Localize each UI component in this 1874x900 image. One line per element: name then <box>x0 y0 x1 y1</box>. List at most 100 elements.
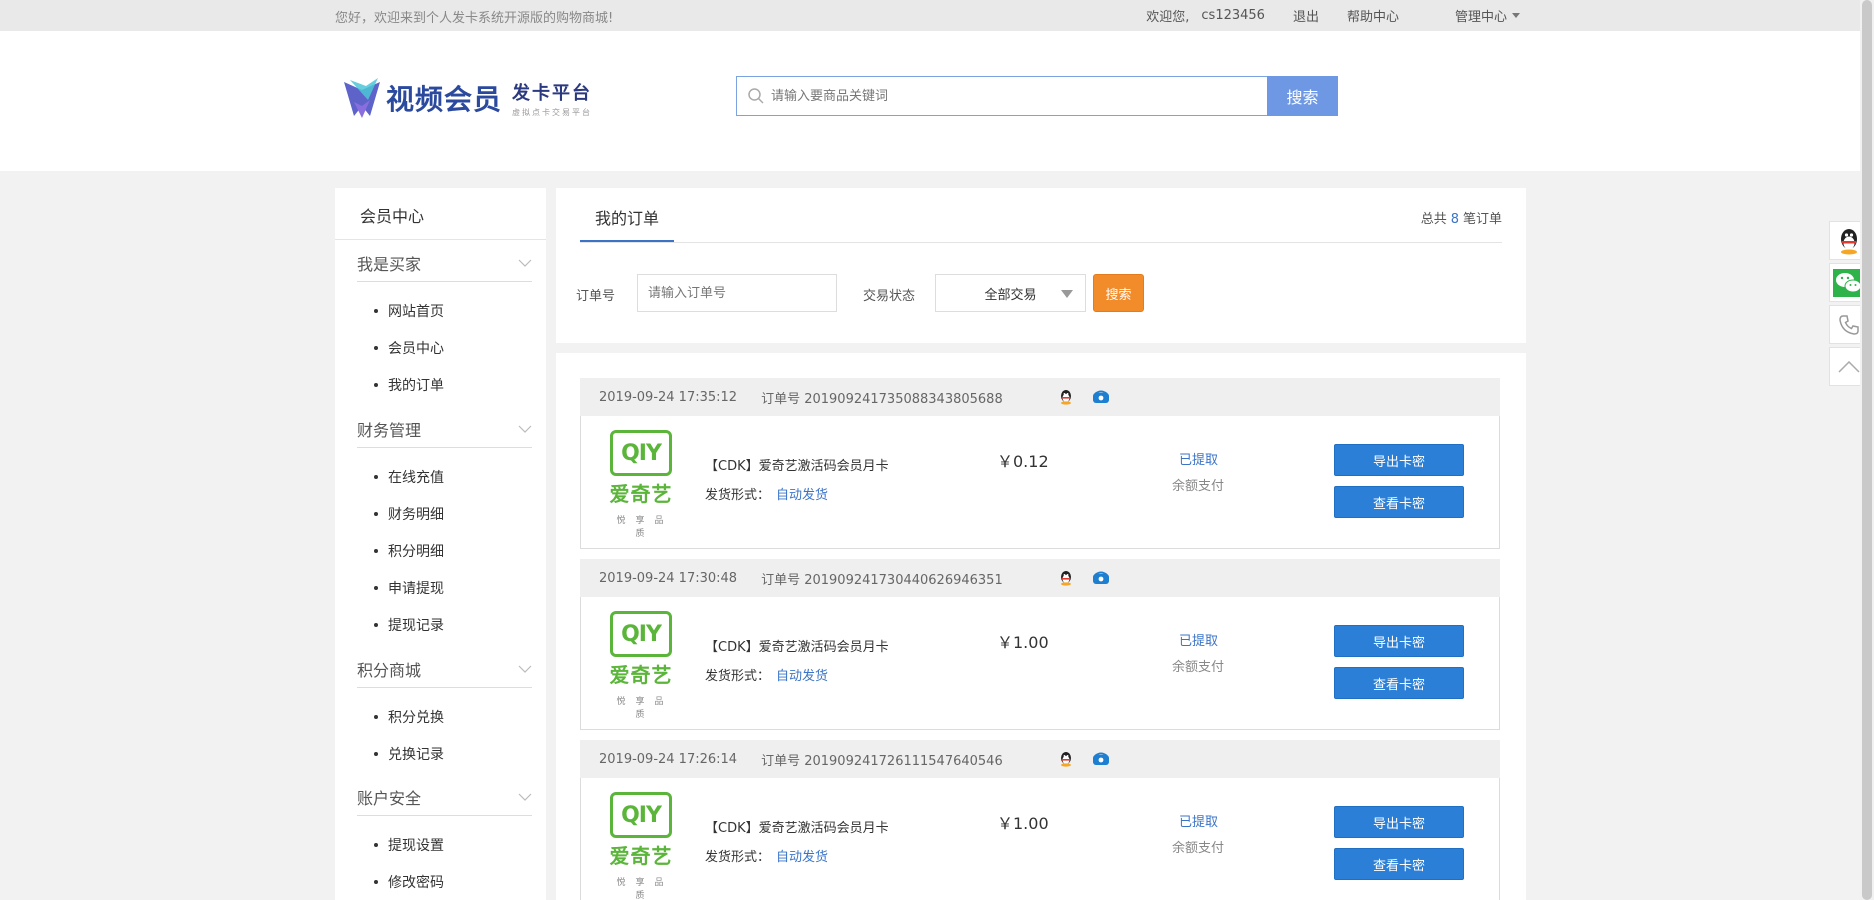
logo-text: 视频会员 <box>386 83 503 116</box>
export-card-button[interactable]: 导出卡密 <box>1334 625 1464 657</box>
tab-my-orders[interactable]: 我的订单 <box>595 205 659 229</box>
order-number-input[interactable] <box>637 274 837 312</box>
order-total: 总共 8 笔订单 <box>1420 212 1502 227</box>
phone-icon[interactable] <box>1092 752 1110 766</box>
order-header: 2019-09-24 17:30:48 订单号 2019092417304406… <box>580 559 1500 597</box>
export-card-button[interactable]: 导出卡密 <box>1334 806 1464 838</box>
order-status: 已提取 <box>1179 453 1219 468</box>
iqiyi-logo: QIY <box>610 611 672 657</box>
sidebar-group-header[interactable]: 财务管理 <box>357 410 532 448</box>
sidebar-group-label: 积分商城 <box>357 660 422 680</box>
order-time: 2019-09-24 17:30:48 <box>599 570 738 586</box>
sidebar-item-home[interactable]: 网站首页 <box>374 292 532 329</box>
sidebar-item-points-exchange[interactable]: 积分兑换 <box>374 698 532 735</box>
view-card-button[interactable]: 查看卡密 <box>1334 667 1464 699</box>
admin-center-label: 管理中心 <box>1454 10 1507 25</box>
iqiyi-brand-name: 爱奇艺 <box>609 482 673 506</box>
export-card-button[interactable]: 导出卡密 <box>1334 444 1464 476</box>
sidebar-group-buyer: 我是买家 网站首页 会员中心 我的订单 <box>357 244 532 403</box>
divider <box>580 242 1502 243</box>
logout-link[interactable]: 退出 <box>1293 6 1319 25</box>
phone-icon[interactable] <box>1092 390 1110 404</box>
dropdown-arrow-icon <box>1061 290 1073 298</box>
help-center-link[interactable]: 帮助中心 <box>1347 6 1399 25</box>
sidebar-group-header[interactable]: 账户安全 <box>357 778 532 816</box>
sidebar-item-withdraw-records[interactable]: 提现记录 <box>374 606 532 643</box>
iqiyi-slogan: 悦享品质 <box>616 878 674 900</box>
order-number-label: 订单号 <box>576 289 616 304</box>
sidebar-group-account-security: 账户安全 提现设置 修改密码 <box>357 778 532 900</box>
product-name[interactable]: 【CDK】爱奇艺激活码会员月卡 <box>705 636 889 655</box>
order-status: 已提取 <box>1179 815 1219 830</box>
search-input[interactable] <box>771 78 1267 114</box>
status-select[interactable]: 全部交易 <box>935 274 1086 312</box>
payment-method: 余额支付 <box>1172 479 1225 494</box>
sidebar-item-my-orders[interactable]: 我的订单 <box>374 366 532 403</box>
filter-search-button[interactable]: 搜索 <box>1093 274 1144 312</box>
order-card: 2019-09-24 17:26:14 订单号 2019092417261115… <box>580 740 1500 900</box>
product-name[interactable]: 【CDK】爱奇艺激活码会员月卡 <box>705 817 889 836</box>
product-name[interactable]: 【CDK】爱奇艺激活码会员月卡 <box>705 455 889 474</box>
order-body: QIY 爱奇艺 悦享品质 【CDK】爱奇艺激活码会员月卡 发货形式： 自动发货 ￥… <box>580 778 1500 900</box>
order-price: ￥1.00 <box>997 814 1049 833</box>
order-body: QIY 爱奇艺 悦享品质 【CDK】爱奇艺激活码会员月卡 发货形式： 自动发货 ￥… <box>580 416 1500 549</box>
logo-subtitle-main: 发卡平台 <box>512 82 593 104</box>
shipping-method-value: 自动发货 <box>776 850 829 865</box>
iqiyi-slogan: 悦享品质 <box>616 697 674 720</box>
order-header: 2019-09-24 17:35:12 订单号 2019092417350883… <box>580 378 1500 416</box>
order-time: 2019-09-24 17:35:12 <box>599 389 738 405</box>
chevron-up-icon <box>1838 360 1860 373</box>
shipping-method: 发货形式： 自动发货 <box>705 488 829 503</box>
search-button[interactable]: 搜索 <box>1267 76 1338 116</box>
order-count: 8 <box>1450 212 1459 227</box>
sidebar-item-withdraw-apply[interactable]: 申请提现 <box>374 569 532 606</box>
product-image[interactable]: QIY 爱奇艺 悦享品质 <box>605 430 677 539</box>
sidebar-item-member-center[interactable]: 会员中心 <box>374 329 532 366</box>
order-number: 订单号 20190924173044062694635​1 <box>761 572 1003 588</box>
order-card: 2019-09-24 17:35:12 订单号 2019092417350883… <box>580 378 1500 549</box>
phone-icon[interactable] <box>1092 571 1110 585</box>
product-image[interactable]: QIY 爱奇艺 悦享品质 <box>605 611 677 720</box>
sidebar-item-points-detail[interactable]: 积分明细 <box>374 532 532 569</box>
payment-method: 余额支付 <box>1172 841 1225 856</box>
site-logo[interactable]: 视频会员 发卡平台 虚拟点卡交易平台 <box>340 76 592 120</box>
scrollbar-thumb[interactable] <box>1862 0 1872 900</box>
sidebar-item-finance-detail[interactable]: 财务明细 <box>374 495 532 532</box>
shipping-method: 发货形式： 自动发货 <box>705 669 829 684</box>
sidebar-group-points-mall: 积分商城 积分兑换 兑换记录 <box>357 650 532 772</box>
chevron-down-icon <box>518 793 532 801</box>
order-time: 2019-09-24 17:26:14 <box>599 751 738 767</box>
sidebar-group-header[interactable]: 我是买家 <box>357 244 532 282</box>
logo-subtitle-small: 虚拟点卡交易平台 <box>512 107 593 117</box>
sidebar-item-recharge[interactable]: 在线充值 <box>374 458 532 495</box>
sidebar-group-header[interactable]: 积分商城 <box>357 650 532 688</box>
shipping-method: 发货形式： 自动发货 <box>705 850 829 865</box>
view-card-button[interactable]: 查看卡密 <box>1334 486 1464 518</box>
logo-subtitle: 发卡平台 虚拟点卡交易平台 <box>512 79 592 118</box>
order-status: 已提取 <box>1179 634 1219 649</box>
qq-icon[interactable] <box>1058 751 1074 767</box>
sidebar-item-withdraw-settings[interactable]: 提现设置 <box>374 826 532 863</box>
member-sidebar: 会员中心 我是买家 网站首页 会员中心 我的订单 财务管理 在线充值 财务明细 … <box>335 188 546 900</box>
product-image[interactable]: QIY 爱奇艺 悦享品质 <box>605 792 677 900</box>
view-card-button[interactable]: 查看卡密 <box>1334 848 1464 880</box>
order-price: ￥1.00 <box>997 633 1049 652</box>
payment-method: 余额支付 <box>1172 660 1225 675</box>
order-body: QIY 爱奇艺 悦享品质 【CDK】爱奇艺激活码会员月卡 发货形式： 自动发货 ￥… <box>580 597 1500 730</box>
order-header: 2019-09-24 17:26:14 订单号 2019092417261115… <box>580 740 1500 778</box>
admin-center-menu[interactable]: 管理中心 <box>1427 6 1520 25</box>
qq-icon[interactable] <box>1058 389 1074 405</box>
sidebar-group-label: 账户安全 <box>357 788 422 808</box>
caret-down-icon <box>1512 13 1520 18</box>
shipping-method-value: 自动发货 <box>776 488 829 503</box>
shipping-method-value: 自动发货 <box>776 669 829 684</box>
username-link[interactable]: cs123456 <box>1201 6 1265 25</box>
sidebar-item-exchange-records[interactable]: 兑换记录 <box>374 735 532 772</box>
qq-icon[interactable] <box>1058 570 1074 586</box>
sidebar-item-change-password[interactable]: 修改密码 <box>374 863 532 900</box>
site-header: 视频会员 发卡平台 虚拟点卡交易平台 搜索 <box>0 31 1860 171</box>
qq-icon <box>1841 228 1857 254</box>
sidebar-title: 会员中心 <box>360 207 425 226</box>
order-list: 2019-09-24 17:35:12 订单号 2019092417350883… <box>556 353 1526 900</box>
top-bar-links: 欢迎您, cs123456 退出 帮助中心 管理中心 <box>1118 6 1520 25</box>
